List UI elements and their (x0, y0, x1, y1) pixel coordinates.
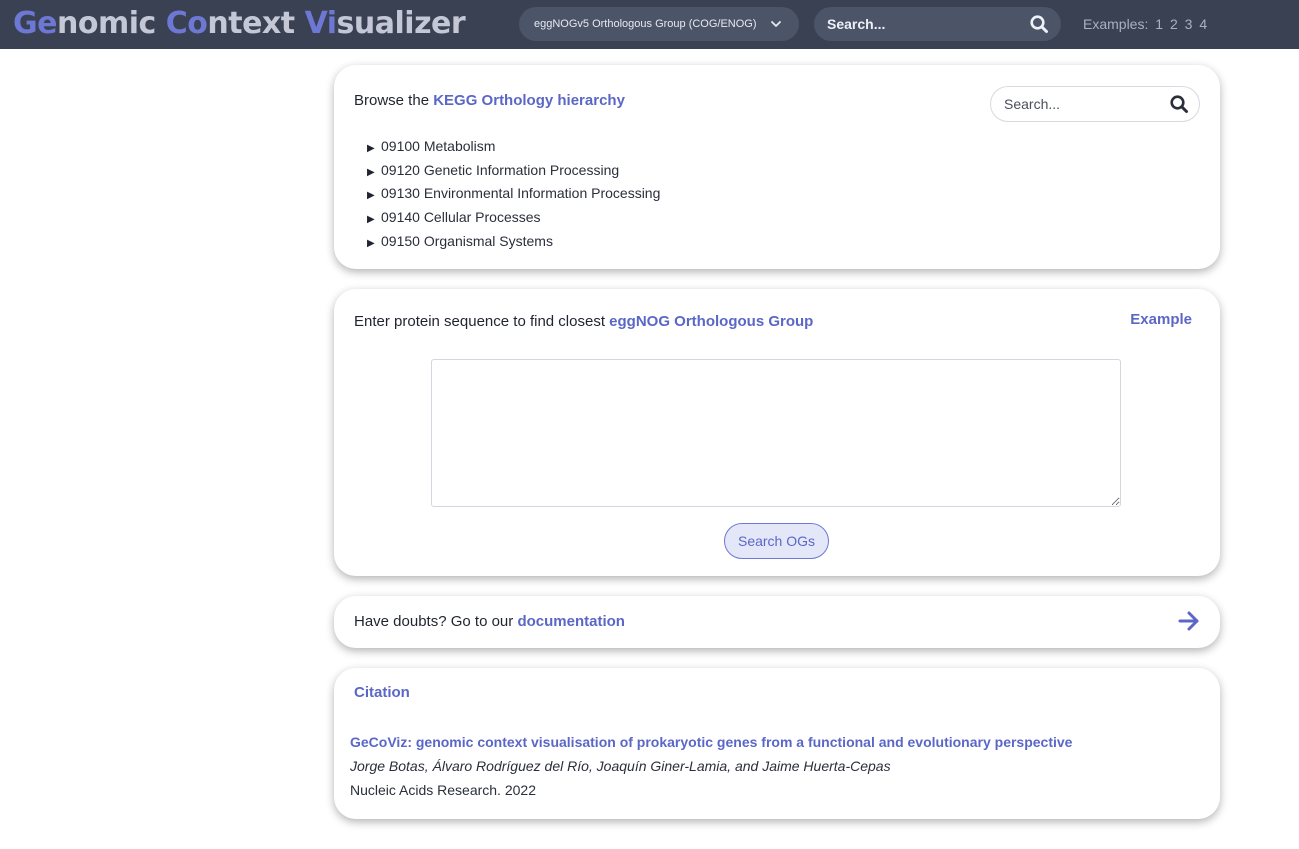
documentation-text: Have doubts? Go to our (354, 613, 514, 630)
tree-item-label: 09150 Organismal Systems (381, 232, 553, 249)
examples-links: Examples: 1 2 3 4 (1083, 0, 1207, 49)
logo-part: sualizer (336, 6, 466, 41)
logo-part: Co (165, 6, 208, 41)
tree-item[interactable]: ▶ 09120 Genetic Information Processing (367, 159, 660, 183)
expand-triangle-icon[interactable]: ▶ (367, 184, 381, 208)
tree-item-label: 09140 Cellular Processes (381, 209, 541, 226)
tree-item[interactable]: ▶ 09130 Environmental Information Process… (367, 182, 660, 206)
documentation-card[interactable]: Have doubts? Go to our documentation (334, 596, 1220, 648)
logo-part: ntext (207, 6, 305, 41)
kegg-heading: Browse the KEGG Orthology hierarchy (354, 92, 625, 109)
example-link-1[interactable]: 1 (1155, 16, 1163, 32)
example-link-2[interactable]: 2 (1170, 16, 1178, 32)
logo-part: Vi (304, 6, 337, 41)
kegg-heading-text: Browse the (354, 92, 430, 109)
top-navbar: Genomic Context Visualizer eggNOGv5 Orth… (0, 0, 1299, 49)
og-type-select[interactable]: eggNOGv5 Orthologous Group (COG/ENOG) (519, 7, 799, 41)
search-icon[interactable] (1169, 94, 1189, 114)
header-search-input[interactable]: Search... (814, 7, 1061, 41)
example-link-4[interactable]: 4 (1199, 16, 1207, 32)
tree-item[interactable]: ▶ 09150 Organismal Systems (367, 230, 660, 254)
sequence-example-link[interactable]: Example (1130, 311, 1192, 328)
kegg-hierarchy-link[interactable]: KEGG Orthology hierarchy (433, 92, 625, 109)
sequence-search-card: Enter protein sequence to find closest e… (334, 289, 1220, 576)
protein-sequence-textarea[interactable] (431, 359, 1121, 507)
documentation-link[interactable]: documentation (517, 613, 625, 630)
og-type-select-value: eggNOGv5 Orthologous Group (COG/ENOG) (534, 18, 757, 30)
chevron-down-icon (771, 21, 781, 27)
citation-card: Citation GeCoViz: genomic context visual… (334, 668, 1220, 819)
documentation-heading: Have doubts? Go to our documentation (354, 613, 625, 630)
search-icon[interactable] (1029, 14, 1049, 34)
expand-triangle-icon[interactable]: ▶ (367, 161, 381, 185)
kegg-search-input[interactable]: Search... (990, 86, 1200, 122)
paper-title-link[interactable]: GeCoViz: genomic context visualisation o… (350, 734, 1072, 750)
eggnog-og-link[interactable]: eggNOG Orthologous Group (609, 313, 813, 330)
arrow-right-icon[interactable] (1177, 609, 1201, 633)
example-link-3[interactable]: 3 (1185, 16, 1193, 32)
tree-item[interactable]: ▶ 09100 Metabolism (367, 135, 660, 159)
expand-triangle-icon[interactable]: ▶ (367, 208, 381, 232)
expand-triangle-icon[interactable]: ▶ (367, 232, 381, 256)
kegg-tree: ▶ 09100 Metabolism ▶ 09120 Genetic Informa… (367, 135, 660, 253)
expand-triangle-icon[interactable]: ▶ (367, 137, 381, 161)
tree-item[interactable]: ▶ 09140 Cellular Processes (367, 206, 660, 230)
header-search-placeholder: Search... (827, 16, 886, 32)
sequence-heading-text: Enter protein sequence to find closest (354, 313, 605, 330)
sequence-heading: Enter protein sequence to find closest e… (354, 313, 813, 330)
paper-authors: Jorge Botas, Álvaro Rodríguez del Río, J… (350, 758, 891, 774)
logo-part: nomic (56, 6, 166, 41)
logo-part: Ge (13, 6, 57, 41)
search-ogs-button[interactable]: Search OGs (724, 523, 829, 559)
tree-item-label: 09120 Genetic Information Processing (381, 161, 620, 178)
tree-item-label: 09100 Metabolism (381, 138, 496, 154)
app-logo[interactable]: Genomic Context Visualizer (13, 6, 466, 41)
examples-label: Examples: (1083, 16, 1149, 32)
citation-title: Citation (354, 684, 410, 701)
paper-journal: Nucleic Acids Research. 2022 (350, 782, 536, 798)
tree-item-label: 09130 Environmental Information Processi… (381, 185, 661, 202)
kegg-browser-card: Browse the KEGG Orthology hierarchy Sear… (334, 65, 1220, 269)
kegg-search-placeholder: Search... (1004, 96, 1061, 112)
